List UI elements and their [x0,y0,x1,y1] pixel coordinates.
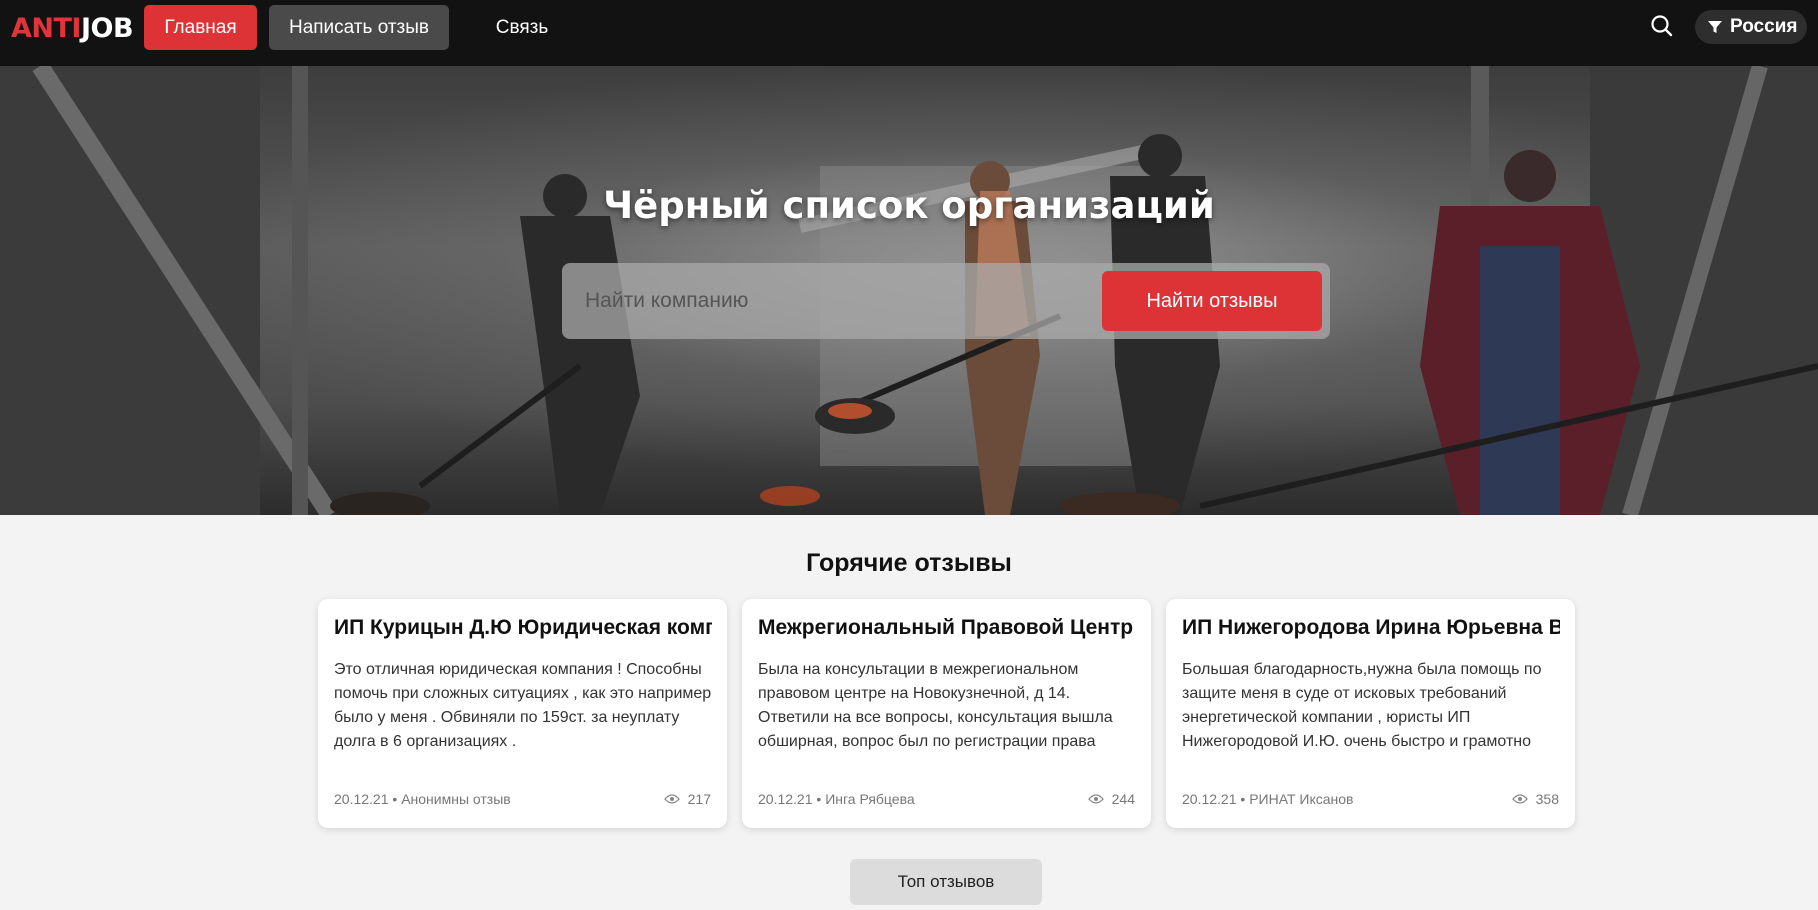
review-card-text: Большая благодарность,нужна была помощь … [1182,661,1542,750]
review-views: 217 [663,791,711,807]
review-views-count: 358 [1535,791,1559,807]
review-date: 20.12.21 [334,791,389,807]
review-author: Анонимны отзыв [401,791,511,807]
hero-title: Чёрный список организаций [603,184,1215,227]
review-date: 20.12.21 [758,791,813,807]
region-selector[interactable]: Россия [1695,10,1807,44]
nav-home-button[interactable]: Главная [144,5,257,50]
review-views-count: 244 [1111,791,1135,807]
review-card[interactable]: ИП Курицын Д.Ю Юридическая компания Это … [318,599,727,828]
company-search-form: Найти отзывы [562,263,1330,339]
review-card-meta: 20.12.21 • РИНАТ Иксанов [1182,791,1354,807]
review-views: 244 [1087,791,1135,807]
review-author: РИНАТ Иксанов [1249,791,1354,807]
review-card[interactable]: ИП Нижегородова Ирина Юрьевна Владимирск… [1166,599,1575,828]
filter-icon [1708,21,1722,33]
logo-job: JOB [80,13,134,44]
eye-icon [663,794,680,804]
nav-write-review-button[interactable]: Написать отзыв [269,5,449,50]
nav-contact-link[interactable]: Связь [482,5,562,50]
review-date: 20.12.21 [1182,791,1237,807]
company-search-input[interactable] [562,263,1092,339]
review-card-text: Была на консультации в межрегиональном п… [758,661,1113,750]
logo-anti: ANTI [11,13,81,44]
hot-reviews-title: Горячие отзывы [806,549,1012,577]
top-navbar: ANTIJOB Главная Написать отзыв Связь Рос… [0,0,1818,66]
review-card[interactable]: Межрегиональный Правовой Центр Кирова Бы… [742,599,1151,828]
hero-banner: Чёрный список организаций Найти отзывы [0,66,1818,515]
logo[interactable]: ANTIJOB [11,13,134,44]
find-reviews-button[interactable]: Найти отзывы [1102,271,1322,331]
review-views: 358 [1511,791,1559,807]
review-card-title[interactable]: ИП Курицын Д.Ю Юридическая компания [334,616,712,640]
search-icon[interactable] [1648,12,1676,40]
review-card-text: Это отличная юридическая компания ! Спос… [334,661,712,750]
review-card-meta: 20.12.21 • Анонимны отзыв [334,791,511,807]
review-author: Инга Рябцева [825,791,915,807]
region-label: Россия [1730,16,1798,37]
review-card-meta: 20.12.21 • Инга Рябцева [758,791,915,807]
top-reviews-button[interactable]: Топ отзывов [850,859,1042,905]
review-card-title[interactable]: Межрегиональный Правовой Центр Кирова [758,616,1136,640]
eye-icon [1087,794,1104,804]
review-card-title[interactable]: ИП Нижегородова Ирина Юрьевна Владимирск… [1182,616,1560,640]
eye-icon [1511,794,1528,804]
review-views-count: 217 [687,791,711,807]
